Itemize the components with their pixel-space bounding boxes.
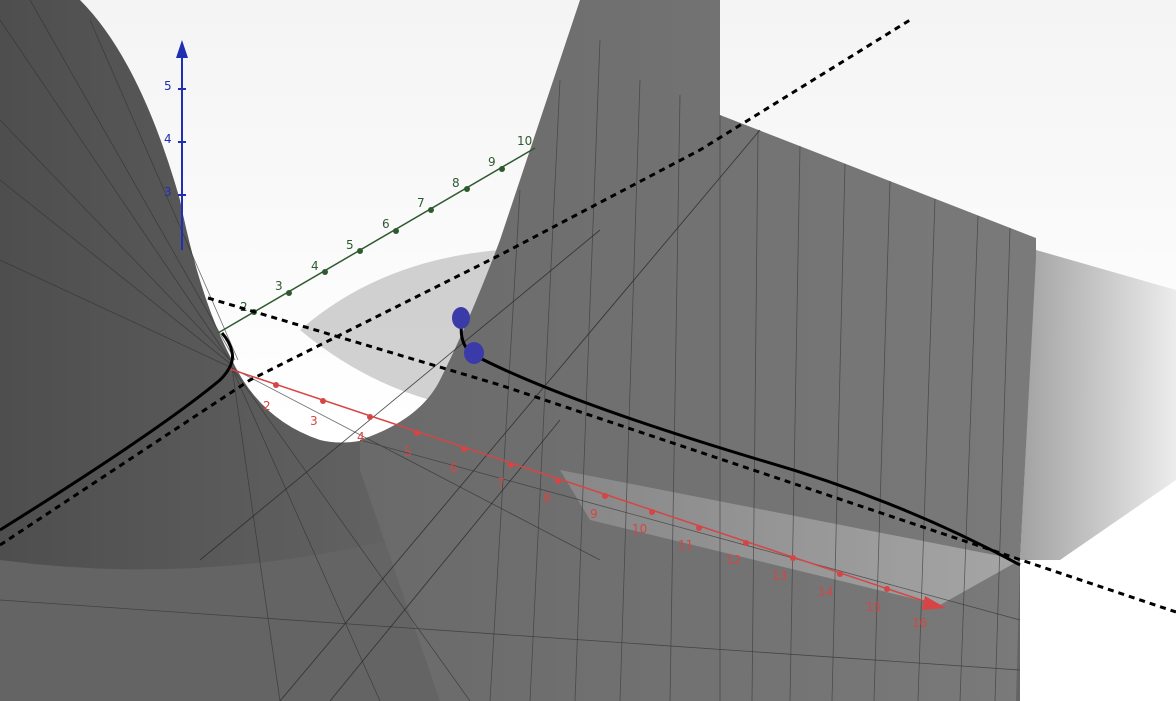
z-tick-5: 5 xyxy=(164,79,172,93)
3d-graphics-view[interactable]: 5 4 3 2 3 4 5 6 7 8 9 10 2 3 4 5 6 7 8 9… xyxy=(0,0,1176,701)
y-tick-10: 10 xyxy=(517,134,532,148)
x-tick-11: 11 xyxy=(678,538,693,552)
x-tick-2: 2 xyxy=(263,399,271,413)
x-tick-16: 16 xyxy=(912,616,927,630)
x-tick-8: 8 xyxy=(543,491,551,505)
point-b[interactable] xyxy=(464,342,484,364)
x-tick-6: 6 xyxy=(450,461,458,475)
x-tick-12: 12 xyxy=(726,553,741,567)
x-tick-15: 15 xyxy=(866,600,881,614)
y-tick-7: 7 xyxy=(417,196,425,210)
x-tick-3: 3 xyxy=(310,414,318,428)
x-tick-4: 4 xyxy=(357,430,365,444)
x-tick-10: 10 xyxy=(632,522,647,536)
y-tick-5: 5 xyxy=(346,238,354,252)
z-tick-4: 4 xyxy=(164,132,172,146)
y-tick-9: 9 xyxy=(488,155,496,169)
y-tick-3: 3 xyxy=(275,279,283,293)
y-tick-6: 6 xyxy=(382,217,390,231)
y-tick-4: 4 xyxy=(311,259,319,273)
z-tick-3: 3 xyxy=(164,185,172,199)
y-tick-8: 8 xyxy=(452,176,460,190)
x-tick-5: 5 xyxy=(404,445,412,459)
x-tick-14: 14 xyxy=(818,585,833,599)
point-a[interactable] xyxy=(452,307,470,329)
x-tick-7: 7 xyxy=(497,476,505,490)
x-tick-9: 9 xyxy=(590,507,598,521)
x-tick-13: 13 xyxy=(772,569,787,583)
